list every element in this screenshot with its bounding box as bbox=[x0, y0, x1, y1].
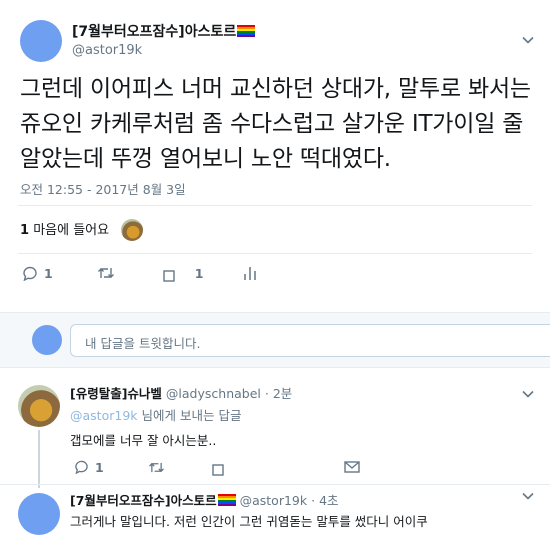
likes-count: 1 bbox=[20, 223, 30, 238]
reply-author-handle[interactable]: @astor19k bbox=[240, 493, 308, 508]
author-avatar[interactable] bbox=[20, 20, 62, 62]
retweet-button[interactable] bbox=[97, 266, 115, 280]
author-display-name[interactable]: [7월부터오프잠수]아스토르 bbox=[72, 21, 256, 41]
divider bbox=[0, 484, 550, 485]
reply-icon bbox=[75, 460, 88, 474]
author-handle[interactable]: @astor19k bbox=[72, 43, 142, 58]
reply-author-avatar[interactable] bbox=[18, 385, 60, 427]
replying-to-suffix: 님에게 보내는 답글 bbox=[141, 408, 242, 423]
like-count: 1 bbox=[189, 266, 204, 281]
reply-header: [7월부터오프잠수]아스토르 @astor19k · 4초 bbox=[70, 490, 339, 509]
analytics-icon bbox=[244, 266, 257, 280]
reply-author-handle[interactable]: @ladyschnabel bbox=[166, 386, 261, 401]
chevron-down-icon[interactable] bbox=[522, 492, 534, 500]
divider bbox=[18, 205, 532, 206]
reply-input[interactable]: 내 답글을 트윗합니다. bbox=[70, 324, 550, 357]
separator-dot: · bbox=[311, 493, 316, 508]
reply-button[interactable]: 1 bbox=[74, 460, 104, 475]
retweet-icon bbox=[148, 462, 164, 472]
reply-button[interactable]: 1 bbox=[22, 266, 53, 281]
like-icon bbox=[163, 270, 175, 282]
separator-dot: · bbox=[264, 386, 269, 401]
chevron-down-icon[interactable] bbox=[522, 36, 534, 44]
reply-count: 1 bbox=[95, 459, 104, 475]
tweet-text: 그런데 이어피스 너머 교신하던 상대가, 말투로 봐서는 쥬오인 카케루처럼 … bbox=[20, 76, 531, 172]
author-name-text[interactable]: [7월부터오프잠수]아스토르 bbox=[72, 24, 236, 40]
like-button[interactable] bbox=[212, 464, 224, 476]
like-button[interactable] bbox=[163, 270, 175, 282]
likes-label: 마음에 들어요 bbox=[33, 223, 110, 238]
reply-icon bbox=[23, 266, 37, 281]
likes-summary[interactable]: 1 마음에 들어요 bbox=[20, 219, 109, 238]
like-count-value: 1 bbox=[194, 265, 204, 281]
reply-count: 1 bbox=[44, 265, 53, 281]
reply-text: 갭모에를 너무 잘 아시는분.. bbox=[70, 433, 217, 448]
thread-line bbox=[38, 430, 40, 488]
liker-avatar[interactable] bbox=[121, 219, 143, 241]
rainbow-flag-icon bbox=[217, 494, 236, 506]
replying-to: @astor19k 님에게 보내는 답글 bbox=[70, 405, 241, 424]
reply-text: 그러게나 말입니다. 저런 인간이 그런 귀염돋는 말투를 썼다니 어이쿠 bbox=[70, 514, 428, 529]
retweet-icon bbox=[97, 268, 114, 278]
reply-author-name[interactable]: [7월부터오프잠수]아스토르 bbox=[70, 493, 217, 508]
divider bbox=[18, 253, 532, 254]
chevron-down-icon[interactable] bbox=[522, 390, 534, 398]
reply-time[interactable]: 2분 bbox=[273, 386, 292, 401]
tweet-actions: 1 1 bbox=[22, 264, 257, 282]
tweet-timestamp[interactable]: 오전 12:55 - 2017년 8월 3일 bbox=[20, 179, 186, 198]
retweet-button[interactable] bbox=[148, 461, 165, 474]
my-avatar bbox=[32, 325, 62, 355]
direct-message-button[interactable] bbox=[344, 461, 360, 473]
reply-actions: 1 bbox=[74, 458, 360, 476]
reply-header: [유령탈출]슈나벨 @ladyschnabel · 2분 bbox=[70, 383, 292, 402]
reply-author-avatar[interactable] bbox=[18, 493, 60, 535]
rainbow-flag-icon bbox=[237, 25, 256, 37]
analytics-button[interactable] bbox=[243, 266, 257, 281]
reply-author-name[interactable]: [유령탈출]슈나벨 bbox=[70, 386, 162, 401]
like-icon bbox=[212, 464, 224, 476]
direct-message-icon bbox=[344, 461, 360, 473]
reply-time[interactable]: 4초 bbox=[319, 493, 338, 508]
replying-to-mention[interactable]: @astor19k bbox=[70, 408, 138, 423]
